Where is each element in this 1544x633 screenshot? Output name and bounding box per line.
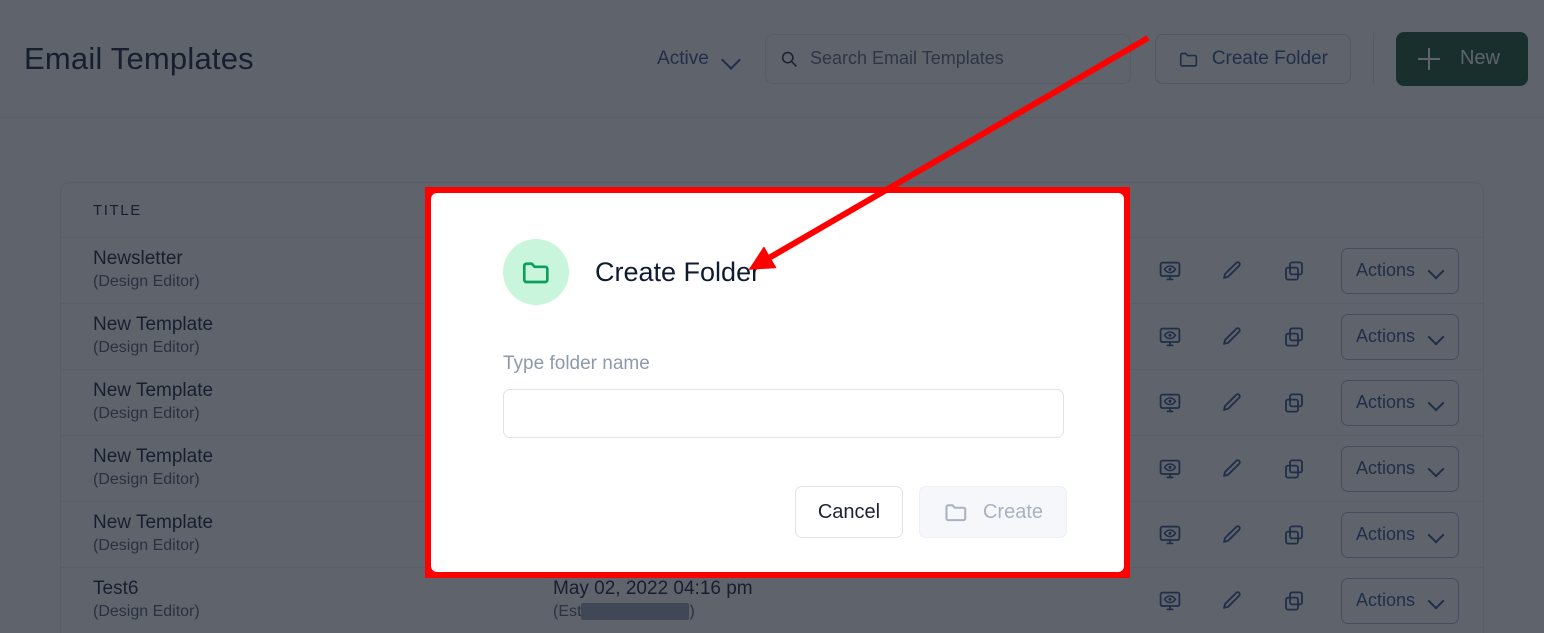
create-folder-modal: Create Folder Type folder name Cancel Cr… <box>431 193 1124 572</box>
screen-root: Email Templates Active <box>0 0 1544 633</box>
folder-name-label: Type folder name <box>503 353 650 374</box>
folder-badge <box>503 239 569 305</box>
modal-header: Create Folder <box>503 239 1064 305</box>
create-button-label: Create <box>982 500 1044 523</box>
create-folder-modal-highlight: Create Folder Type folder name Cancel Cr… <box>425 187 1130 578</box>
modal-title: Create Folder <box>595 256 761 287</box>
folder-icon <box>945 504 967 522</box>
create-button[interactable]: Create <box>919 486 1067 538</box>
folder-name-input[interactable] <box>503 389 1064 438</box>
folder-icon <box>522 262 549 284</box>
cancel-button[interactable]: Cancel <box>795 486 903 538</box>
modal-actions: Cancel Create <box>795 486 1067 538</box>
